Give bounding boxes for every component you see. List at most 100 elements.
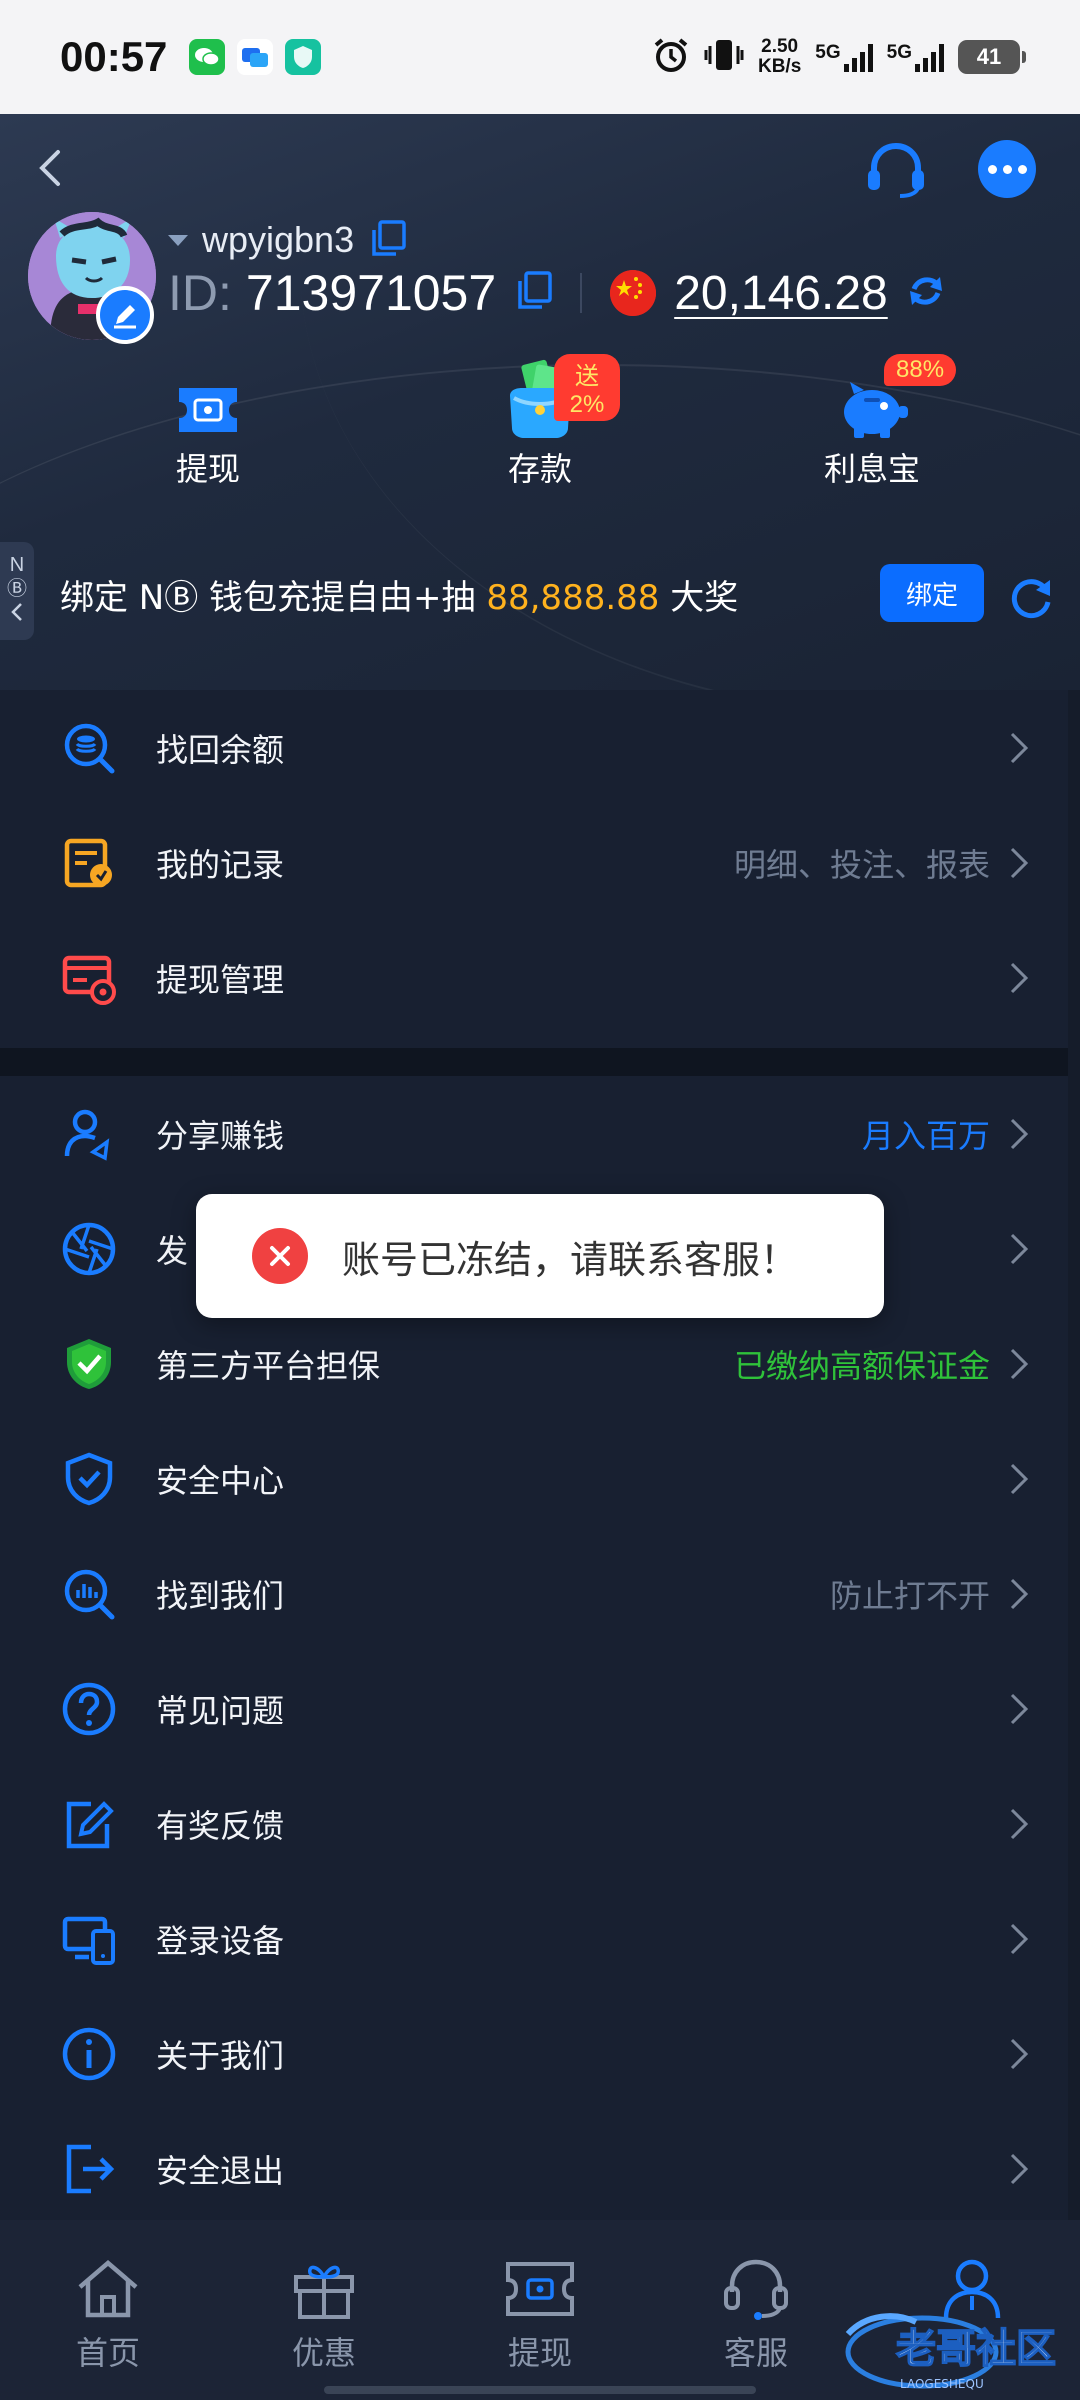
headset-icon [686, 2252, 826, 2326]
wallet-bind-promo: N Ⓑ 绑定 NⒷ 钱包充提自由+抽 88,888.88 大奖 绑定 [0, 542, 1080, 652]
menu-item-share-earn[interactable]: 分享赚钱 月入百万 [0, 1076, 1068, 1191]
menu-item-my-records[interactable]: 我的记录 明细、投注、报表 [0, 805, 1068, 920]
signal-bars-icon [843, 42, 873, 72]
shield-check-icon [58, 1333, 120, 1395]
nav-withdraw[interactable]: 提现 [470, 2252, 610, 2374]
chevron-right-icon [1006, 1229, 1032, 1269]
balance-amount[interactable]: 20,146.28 [674, 266, 888, 321]
question-icon [58, 1678, 120, 1740]
network-speed: 2.50 KB/s [757, 36, 802, 77]
messenger-app-icon [237, 39, 274, 75]
edit-profile-button[interactable] [96, 286, 154, 344]
divider [580, 273, 583, 313]
svg-text:老哥社区: 老哥社区 [896, 2326, 1056, 2372]
chevron-down-icon[interactable] [168, 234, 188, 246]
chevron-left-icon [9, 601, 25, 629]
menu-item-login-devices[interactable]: 登录设备 [0, 1881, 1068, 1996]
chevron-right-icon [1006, 843, 1032, 883]
alarm-icon [652, 36, 690, 79]
menu-item-find-us[interactable]: 找到我们 防止打不开 [0, 1536, 1068, 1651]
side-tab[interactable]: N Ⓑ [0, 542, 34, 640]
promo-text: 绑定 NⒷ 钱包充提自由+抽 88,888.88 大奖 [60, 578, 739, 618]
quick-action-interest[interactable]: 利息宝 88% [792, 354, 957, 490]
customer-service-headset-button[interactable] [862, 136, 930, 204]
copy-icon[interactable] [514, 269, 554, 317]
edit-icon [58, 1793, 120, 1855]
menu-item-feedback[interactable]: 有奖反馈 [0, 1766, 1068, 1881]
chevron-right-icon [1006, 1574, 1032, 1614]
wechat-icon [189, 39, 226, 75]
menu-item-logout[interactable]: 安全退出 [0, 2111, 1068, 2226]
chevron-right-icon [1006, 1689, 1032, 1729]
id-label: ID: [168, 265, 232, 321]
signal-sim1: 5G [815, 42, 873, 72]
svg-text:LAOGESHEQU: LAOGESHEQU [900, 2377, 984, 2391]
devices-icon [58, 1908, 120, 1970]
copy-icon[interactable] [368, 218, 408, 262]
share-user-icon [58, 1103, 120, 1165]
nav-promotions[interactable]: 优惠 [254, 2252, 394, 2374]
menu-item-recover-balance[interactable]: 找回余额 [0, 690, 1068, 805]
home-icon [38, 2252, 178, 2326]
deposit-bonus-badge: 送2% [554, 354, 620, 421]
record-icon [58, 832, 120, 894]
error-toast: 账号已冻结，请联系客服！ [196, 1194, 884, 1318]
card-gear-icon [58, 947, 120, 1009]
status-bar: 00:57 2.50 KB/s 5G 5G 41 [0, 0, 1080, 114]
shield-app-icon [285, 39, 322, 75]
status-time: 00:57 [60, 33, 168, 80]
refresh-icon[interactable] [1006, 572, 1056, 622]
menu-group-account: 找回余额 我的记录 明细、投注、报表 提现管理 [0, 690, 1068, 1048]
chat-button[interactable] [978, 140, 1036, 198]
battery-icon: 41 [958, 40, 1026, 74]
chevron-right-icon [1006, 1114, 1032, 1154]
interest-rate-badge: 88% [884, 354, 957, 386]
section-divider [0, 1048, 1068, 1076]
username-row: wpyigbn3 [168, 218, 408, 262]
error-close-icon [252, 1228, 308, 1284]
signal-bars-icon [915, 42, 944, 72]
withdraw-ticket-icon [470, 2252, 610, 2326]
withdraw-ticket-icon [128, 362, 288, 440]
china-flag-icon [610, 270, 657, 316]
quick-action-withdraw[interactable]: 提现 [128, 362, 288, 490]
nav-home[interactable]: 首页 [38, 2252, 178, 2374]
account-id: 713971057 [245, 265, 497, 321]
coin-search-icon [58, 717, 120, 779]
menu-item-about-us[interactable]: 关于我们 [0, 1996, 1068, 2111]
home-indicator[interactable] [324, 2386, 756, 2394]
quick-action-deposit[interactable]: 存款 送2% [460, 354, 620, 490]
nav-customer-service[interactable]: 客服 [686, 2252, 826, 2374]
watermark-logo: 老哥社区 LAOGESHEQU [836, 2300, 1080, 2400]
chevron-right-icon [1006, 1344, 1032, 1384]
info-icon [58, 2023, 120, 2085]
menu-item-withdraw-management[interactable]: 提现管理 [0, 920, 1068, 1035]
logout-icon [58, 2138, 120, 2200]
aperture-icon [58, 1218, 120, 1280]
username: wpyigbn3 [202, 219, 355, 260]
chevron-right-icon [1006, 2034, 1032, 2074]
search-doc-icon [58, 1563, 120, 1625]
account-id-row: ID: 713971057 20,146.28 [168, 264, 946, 322]
quick-actions: 提现 存款 送2% 利息宝 88% [0, 354, 1080, 502]
toast-message: 账号已冻结，请联系客服！ [342, 1237, 799, 1282]
back-button[interactable] [28, 140, 72, 196]
vibrate-icon [704, 36, 744, 79]
chevron-right-icon [1006, 2149, 1032, 2189]
menu-item-security-center[interactable]: 安全中心 [0, 1421, 1068, 1536]
menu-item-third-party-guarantee[interactable]: 第三方平台担保 已缴纳高额保证金 [0, 1306, 1068, 1421]
prize-amount: 88,888.88 [486, 578, 660, 618]
bind-wallet-button[interactable]: 绑定 [880, 564, 984, 622]
chevron-right-icon [1006, 1459, 1032, 1499]
security-shield-icon [58, 1448, 120, 1510]
signal-sim2: 5G [887, 42, 944, 72]
gift-icon [254, 2252, 394, 2326]
scrollbar[interactable] [1068, 690, 1080, 2220]
refresh-balance-icon[interactable] [906, 271, 946, 315]
account-header: wpyigbn3 ID: 713971057 20,146.28 提现 存款 送… [0, 114, 1080, 690]
chevron-right-icon [1006, 958, 1032, 998]
menu-item-faq[interactable]: 常见问题 [0, 1651, 1068, 1766]
chevron-right-icon [1006, 1804, 1032, 1844]
chevron-right-icon [1006, 1919, 1032, 1959]
chevron-right-icon [1006, 728, 1032, 768]
